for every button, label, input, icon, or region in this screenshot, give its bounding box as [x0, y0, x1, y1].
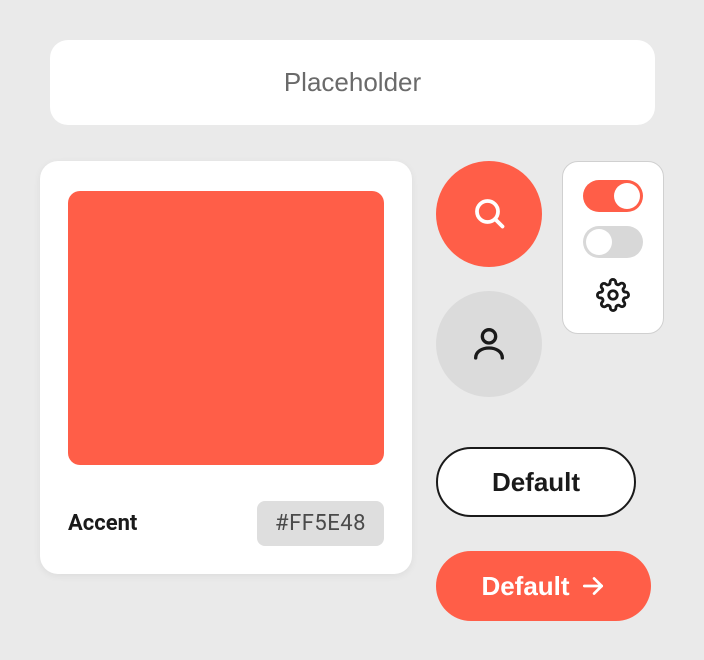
placeholder-input[interactable] — [50, 40, 655, 125]
button-label: Default — [481, 571, 569, 602]
swatch-label: Accent — [68, 511, 137, 536]
top-controls — [436, 161, 664, 397]
button-label: Default — [492, 467, 580, 498]
main-row: Accent #FF5E48 — [40, 161, 664, 621]
default-filled-button[interactable]: Default — [436, 551, 651, 621]
right-column: Default Default — [436, 161, 664, 621]
toggle-thumb — [614, 183, 640, 209]
default-outline-button[interactable]: Default — [436, 447, 636, 517]
settings-button[interactable] — [596, 272, 630, 315]
toggle-on[interactable] — [583, 180, 643, 212]
icon-button-stack — [436, 161, 542, 397]
search-button[interactable] — [436, 161, 542, 267]
hex-value: #FF5E48 — [257, 501, 384, 546]
arrow-right-icon — [580, 573, 606, 599]
gear-icon — [596, 300, 630, 315]
toggle-thumb — [586, 229, 612, 255]
color-card: Accent #FF5E48 — [40, 161, 412, 574]
color-card-footer: Accent #FF5E48 — [68, 501, 384, 546]
user-button[interactable] — [436, 291, 542, 397]
user-icon — [469, 323, 509, 366]
toggle-off[interactable] — [583, 226, 643, 258]
color-swatch — [68, 191, 384, 465]
search-icon — [471, 195, 507, 234]
control-panel — [562, 161, 664, 334]
